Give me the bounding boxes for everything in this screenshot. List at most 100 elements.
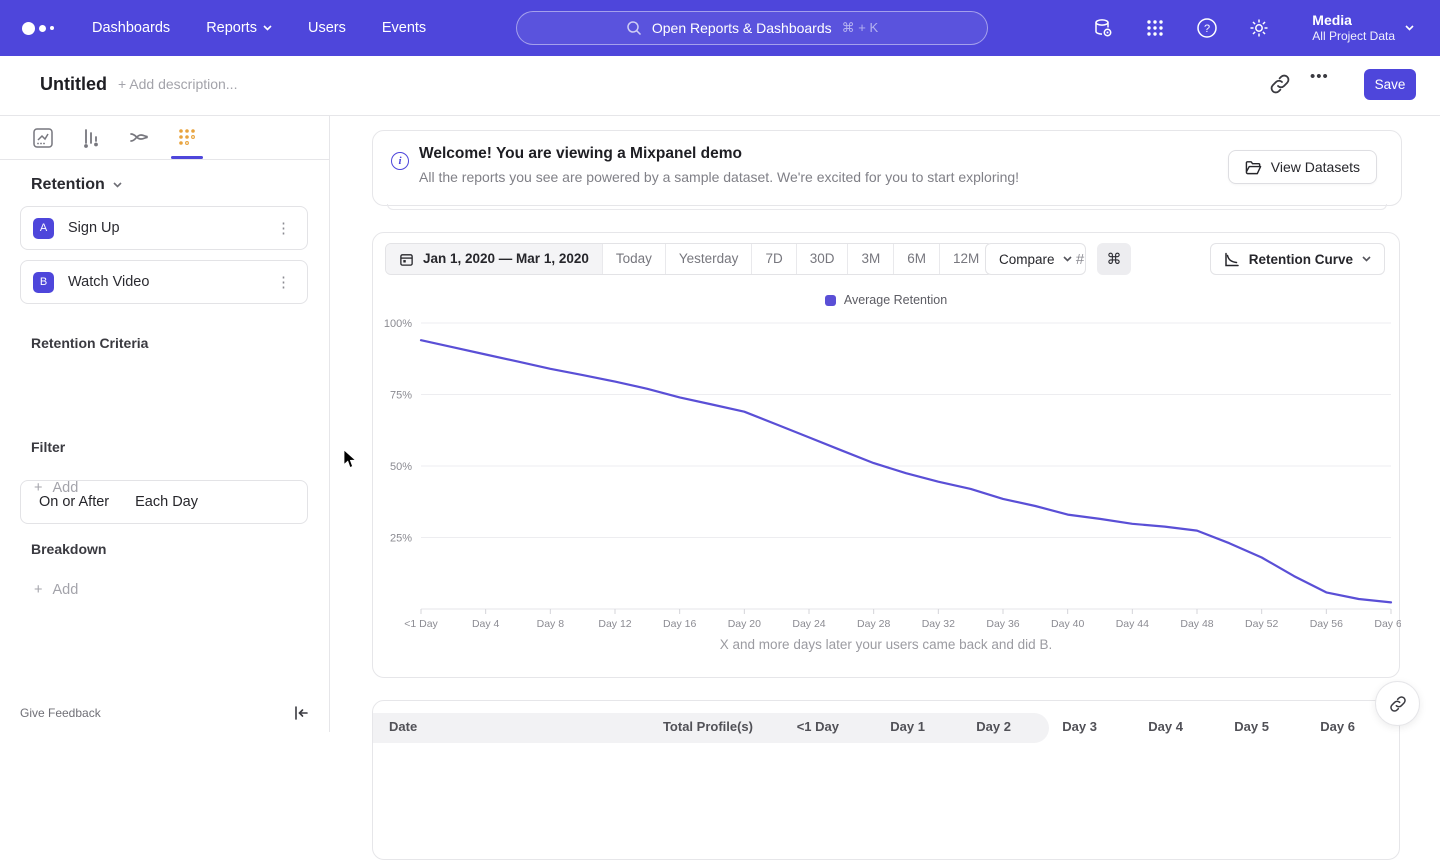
copy-link-icon[interactable] [1268, 72, 1292, 96]
svg-text:Day 48: Day 48 [1180, 618, 1213, 630]
retention-line-chart[interactable]: 100%75%50%25%<1 DayDay 4Day 8Day 12Day 1… [373, 313, 1401, 633]
retention-chart-card: Jan 1, 2020 — Mar 1, 2020 Today Yesterda… [372, 232, 1400, 678]
help-icon[interactable]: ? [1196, 17, 1218, 39]
tab-flows-icon[interactable] [126, 119, 152, 157]
svg-text:Day 56: Day 56 [1310, 618, 1343, 630]
step-card-sign-up[interactable]: A Sign Up ⋮ [20, 206, 308, 250]
view-datasets-button[interactable]: View Datasets [1228, 150, 1377, 184]
settings-gear-icon[interactable] [1248, 17, 1270, 39]
chart-legend: Average Retention [373, 293, 1399, 307]
svg-text:100%: 100% [384, 318, 412, 330]
nav-item-label: Dashboards [92, 20, 170, 36]
kebab-menu-icon[interactable]: ⋮ [272, 271, 295, 293]
svg-text:Day 60: Day 60 [1374, 618, 1401, 630]
report-header-bar: Untitled + Add description... ••• Save [0, 56, 1440, 116]
kebab-menu-icon[interactable]: ⋮ [272, 217, 295, 239]
svg-text:Day 24: Day 24 [792, 618, 825, 630]
plus-icon: + [34, 582, 42, 598]
collapse-sidebar-icon[interactable] [292, 704, 310, 722]
svg-text:25%: 25% [390, 533, 412, 545]
svg-text:Day 40: Day 40 [1051, 618, 1084, 630]
retention-section-label: Retention [31, 176, 105, 194]
svg-text:Day 28: Day 28 [857, 618, 890, 630]
view-datasets-label: View Datasets [1271, 159, 1360, 175]
svg-text:<1 Day: <1 Day [404, 618, 438, 630]
banner-subtitle: All the reports you see are powered by a… [419, 169, 1019, 185]
svg-text:?: ? [1204, 23, 1210, 35]
criteria-granularity[interactable]: Each Day [135, 494, 198, 510]
svg-text:50%: 50% [390, 461, 412, 473]
nav-item-label: Reports [206, 20, 257, 36]
link-icon [1388, 694, 1408, 714]
banner-title: Welcome! You are viewing a Mixpanel demo [419, 145, 742, 163]
svg-text:Day 20: Day 20 [728, 618, 761, 630]
apps-grid-icon[interactable] [1144, 17, 1166, 39]
project-switcher[interactable]: Media All Project Data [1312, 0, 1414, 56]
tab-insights-icon[interactable] [30, 119, 56, 157]
retention-table-card: Date Total Profile(s) <1 Day Day 1 Day 2… [372, 700, 1400, 860]
chevron-down-icon [113, 182, 122, 188]
tab-funnels-icon[interactable] [78, 119, 104, 157]
svg-text:Day 52: Day 52 [1245, 618, 1278, 630]
plus-icon: + [34, 480, 42, 496]
svg-text:Day 4: Day 4 [472, 618, 500, 630]
data-management-icon[interactable] [1092, 17, 1114, 39]
chevron-down-icon [1405, 25, 1414, 31]
date-range-label: Jan 1, 2020 — Mar 1, 2020 [423, 244, 589, 274]
preset-30d[interactable]: 30D [796, 244, 848, 274]
report-title[interactable]: Untitled [40, 74, 107, 95]
info-icon: i [391, 152, 409, 170]
preset-today[interactable]: Today [602, 244, 665, 274]
more-options-button[interactable]: ••• [1310, 68, 1329, 85]
compare-label: Compare [999, 252, 1055, 267]
report-type-tabs [0, 116, 329, 160]
preset-7d[interactable]: 7D [751, 244, 795, 274]
search-shortcut: ⌘ + K [842, 20, 879, 36]
step-card-watch-video[interactable]: B Watch Video ⋮ [20, 260, 308, 304]
mixpanel-logo-icon[interactable] [22, 22, 56, 35]
welcome-banner: i Welcome! You are viewing a Mixpanel de… [372, 130, 1402, 206]
date-range-segmented-control: Jan 1, 2020 — Mar 1, 2020 Today Yesterda… [385, 243, 993, 275]
nav-item-users[interactable]: Users [308, 20, 346, 36]
add-description-field[interactable]: + Add description... [118, 76, 237, 92]
grid-view-icon[interactable]: # [1063, 243, 1097, 275]
main-content: i Welcome! You are viewing a Mixpanel de… [330, 116, 1440, 732]
step-badge-a: A [33, 218, 54, 239]
retention-section-dropdown[interactable]: Retention [31, 176, 122, 194]
chart-caption: X and more days later your users came ba… [373, 637, 1399, 652]
filter-add-button[interactable]: + Add [34, 480, 78, 496]
breakdown-add-button[interactable]: + Add [34, 582, 78, 598]
svg-text:Day 36: Day 36 [986, 618, 1019, 630]
legend-label: Average Retention [844, 293, 947, 307]
top-nav: Dashboards Reports Users Events Open Rep… [0, 0, 1440, 56]
step-badge-b: B [33, 272, 54, 293]
nav-item-dashboards[interactable]: Dashboards [92, 20, 170, 36]
date-range-button[interactable]: Jan 1, 2020 — Mar 1, 2020 [386, 244, 602, 274]
add-label: Add [52, 582, 78, 598]
nav-item-events[interactable]: Events [382, 20, 426, 36]
criteria-condition[interactable]: On or After [39, 494, 109, 510]
global-search-input[interactable]: Open Reports & Dashboards ⌘ + K [516, 11, 988, 45]
svg-text:Day 44: Day 44 [1116, 618, 1149, 630]
command-view-icon[interactable]: ⌘ [1097, 243, 1131, 275]
share-link-fab[interactable] [1375, 681, 1420, 726]
preset-yesterday[interactable]: Yesterday [665, 244, 752, 274]
give-feedback-link[interactable]: Give Feedback [20, 706, 101, 720]
folder-icon [1245, 160, 1262, 175]
preset-6m[interactable]: 6M [893, 244, 939, 274]
nav-item-reports[interactable]: Reports [206, 20, 272, 36]
retention-criteria-heading: Retention Criteria [31, 335, 148, 351]
chart-type-label: Retention Curve [1249, 252, 1353, 267]
preset-3m[interactable]: 3M [847, 244, 893, 274]
project-name: Media [1312, 12, 1395, 29]
save-button[interactable]: Save [1364, 69, 1416, 100]
nav-item-label: Users [308, 20, 346, 36]
tab-retention-icon[interactable] [174, 119, 200, 157]
chart-type-dropdown[interactable]: Retention Curve [1210, 243, 1385, 275]
add-label: Add [52, 480, 78, 496]
nav-item-label: Events [382, 20, 426, 36]
breakdown-heading: Breakdown [31, 541, 106, 557]
view-mode-toggle: # ⌘ [1063, 243, 1131, 275]
search-icon [626, 20, 642, 36]
svg-text:Day 12: Day 12 [598, 618, 631, 630]
